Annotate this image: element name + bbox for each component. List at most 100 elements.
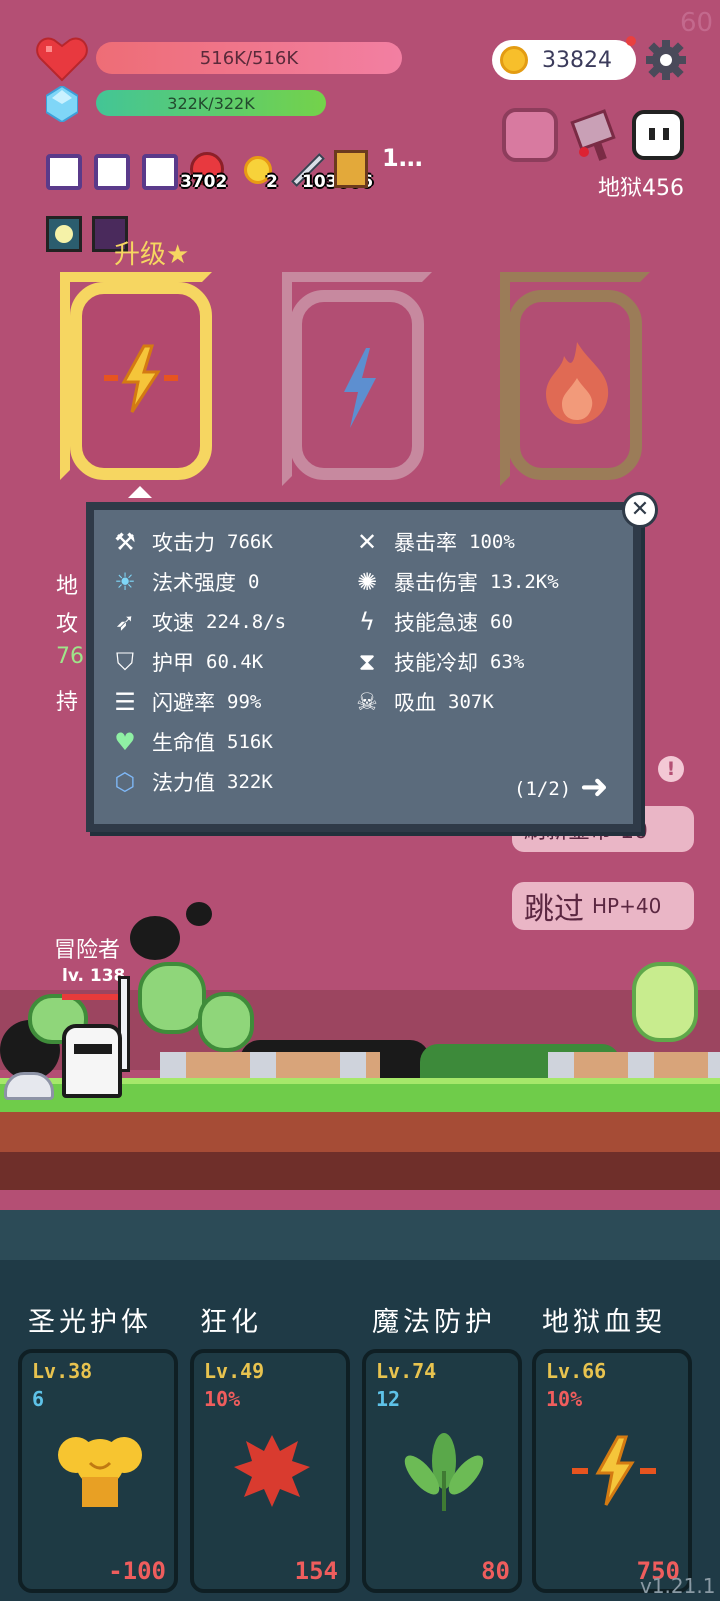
stat-value: 307K <box>448 691 494 713</box>
stat-name: 生命值 <box>152 731 215 755</box>
skill-cost: 80 <box>481 1557 510 1585</box>
stat-name: 暴击伤害 <box>394 571 478 595</box>
skill-card[interactable]: Lv.74 12 80 <box>362 1349 522 1593</box>
stat-lifesteal: ☠ 吸血 307K <box>350 682 630 722</box>
stat-name: 护甲 <box>152 651 194 675</box>
skill-slot-1[interactable]: 圣光护体 Lv.38 6 -100 <box>18 1300 182 1593</box>
stat-name: 技能冷却 <box>394 651 478 675</box>
partial-label-2: 攻 <box>56 612 79 637</box>
stat-value: 766K <box>227 531 273 553</box>
heart-icon <box>36 34 88 82</box>
stats-left-column: ⚒ 攻击力 766K ☀ 法术强度 0 ➶ 攻速 224.8/s ⛉ 护甲 60.4K ☰ 闪避率… <box>108 522 348 802</box>
stat-armor: ⛉ 护甲 60.4K <box>108 642 348 682</box>
fence <box>160 1052 380 1078</box>
book-icon[interactable] <box>334 150 368 188</box>
coin-icon <box>500 46 528 74</box>
skill-sub: 10% <box>546 1387 583 1411</box>
stat-crit-damage: ✺ 暴击伤害 13.2K% <box>350 562 630 602</box>
upgrade-label: 升级★ <box>114 240 190 270</box>
crosshair-icon: ✕ <box>356 528 378 556</box>
green-leaf-icon <box>400 1431 488 1511</box>
burst-icon: ✺ <box>356 568 378 596</box>
card-slot-1[interactable] <box>70 282 212 480</box>
hourglass-icon: ⧗ <box>358 648 376 676</box>
stat-value: 322K <box>227 771 273 793</box>
buff-icon-light <box>46 216 82 252</box>
skill-slot-2[interactable]: 狂化 Lv.49 10% 154 <box>190 1300 354 1593</box>
scroll-icon[interactable] <box>142 154 178 190</box>
enemy-portrait-ghost-girl <box>502 108 558 162</box>
lightning-burst-icon <box>104 342 178 416</box>
fence <box>548 1052 720 1078</box>
stat-dodge: ☰ 闪避率 99% <box>108 682 348 722</box>
scroll-icon[interactable] <box>46 154 82 190</box>
close-icon[interactable]: ✕ <box>622 492 658 528</box>
tree <box>632 962 698 1042</box>
skill-card[interactable]: Lv.49 10% 154 <box>190 1349 350 1593</box>
hero-hp-bar <box>62 994 124 1000</box>
skill-level: Lv.74 <box>376 1359 437 1383</box>
dirt <box>0 1112 720 1152</box>
sun-icon: ☀ <box>114 568 136 596</box>
mp-bar: 322K/322K <box>96 90 326 116</box>
skill-title: 圣光护体 <box>28 1307 152 1338</box>
coin-amount: 33824 <box>542 47 612 73</box>
hero-name: 冒险者 <box>54 938 121 963</box>
version-label: v1.21.1 <box>640 1574 716 1598</box>
page-indicator: (1/2) <box>514 778 572 800</box>
skill-cost: -100 <box>108 1557 166 1585</box>
mp-text: 322K/322K <box>167 93 255 113</box>
card-slot-3[interactable] <box>508 290 642 480</box>
stat-value: 63% <box>490 651 525 673</box>
scroll-icon[interactable] <box>94 154 130 190</box>
stat-skill-haste: ϟ 技能急速 60 <box>350 602 630 642</box>
skip-button[interactable]: 跳过 HP+40 <box>512 882 694 930</box>
skill-title: 魔法防护 <box>372 1307 496 1338</box>
fps-counter: 60 <box>680 8 714 38</box>
stats-panel: ⚒ 攻击力 766K ☀ 法术强度 0 ➶ 攻速 224.8/s ⛉ 护甲 60.4K ☰ 闪避率… <box>86 502 641 832</box>
stat-mana: ⬡ 法力值 322K <box>108 762 348 802</box>
stat-value: 13.2K% <box>490 571 559 593</box>
stat-name: 法力值 <box>152 771 215 795</box>
skill-slot-4[interactable]: 地狱血契 Lv.66 10% 750 <box>532 1300 696 1593</box>
card-slot-2[interactable] <box>290 290 424 480</box>
hero-sprite <box>62 1024 122 1098</box>
dash-icon: ☰ <box>114 688 136 716</box>
stat-name: 闪避率 <box>152 691 215 715</box>
settings-gear-icon[interactable] <box>644 38 688 82</box>
stat-value: 224.8/s <box>206 611 287 633</box>
sun-count: 2 <box>266 172 278 192</box>
more-items[interactable]: 1… <box>382 144 423 172</box>
stat-spell-power: ☀ 法术强度 0 <box>108 562 348 602</box>
skill-level: Lv.49 <box>204 1359 265 1383</box>
stat-value: 0 <box>248 571 260 593</box>
stat-value: 60.4K <box>206 651 264 673</box>
lightning-icon <box>340 348 380 432</box>
stat-value: 100% <box>469 531 515 553</box>
partial-label-3: 76 <box>56 644 84 669</box>
hp-text: 516K/516K <box>199 47 299 69</box>
smoke-puff <box>130 916 180 960</box>
axe-icon: ⚒ <box>114 528 136 556</box>
coin-counter[interactable]: 33824 <box>492 40 636 80</box>
skip-bonus: HP+40 <box>592 894 662 918</box>
alert-icon[interactable]: ! <box>658 756 684 782</box>
red-splat-icon <box>234 1435 310 1507</box>
partial-label-1: 地 <box>56 574 79 599</box>
heart-icon: ♥ <box>114 728 136 756</box>
shield-icon: ⛉ <box>116 648 134 676</box>
skill-sub: 6 <box>32 1387 45 1411</box>
tree <box>198 992 254 1052</box>
hero-level: lv. 138 <box>62 966 126 986</box>
skill-slot-3[interactable]: 魔法防护 Lv.74 12 80 <box>362 1300 526 1593</box>
skill-card[interactable]: Lv.66 10% 750 <box>532 1349 692 1593</box>
rock <box>4 1072 54 1100</box>
skill-card[interactable]: Lv.38 6 -100 <box>18 1349 178 1593</box>
enemy-portrait-white-blob <box>632 110 684 160</box>
skill-title: 狂化 <box>200 1307 262 1338</box>
next-page-arrow-icon[interactable]: ➜ <box>580 770 609 804</box>
stat-name: 吸血 <box>394 691 436 715</box>
card-pointer <box>128 486 152 498</box>
stat-attack-speed: ➶ 攻速 224.8/s <box>108 602 348 642</box>
hp-bar: 516K/516K <box>96 42 402 74</box>
